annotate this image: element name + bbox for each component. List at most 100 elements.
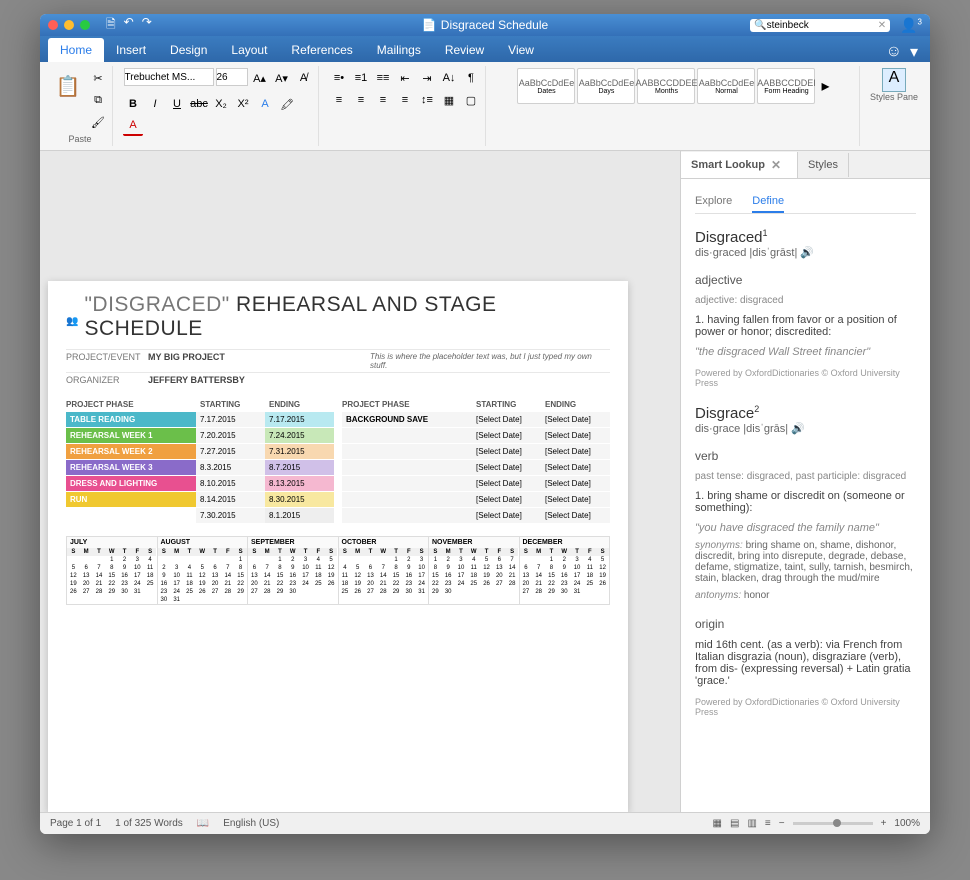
phase-row[interactable]: 7.30.20158.1.2015 — [66, 508, 334, 523]
clipboard-group: 📋 ✂ ⧉ 🖌 Paste — [48, 66, 113, 146]
tab-review[interactable]: Review — [433, 38, 496, 62]
shading-icon[interactable]: ▦ — [439, 90, 459, 110]
style-form-heading[interactable]: AABBCCDDEIForm Heading — [757, 68, 815, 104]
clear-search-icon[interactable]: ✕ — [878, 20, 886, 31]
format-painter-icon[interactable]: 🖌 — [88, 112, 108, 132]
cut-icon[interactable]: ✂ — [88, 68, 108, 88]
style-more-icon[interactable]: ▸ — [817, 76, 833, 96]
col-start: STARTING — [472, 400, 541, 409]
close-panel-icon[interactable]: ✕ — [771, 158, 787, 172]
define-subtab[interactable]: Define — [752, 191, 784, 213]
underline-button[interactable]: U — [167, 94, 187, 114]
phase-row[interactable]: [Select Date][Select Date] — [342, 428, 610, 443]
phase-row[interactable]: REHEARSAL WEEK 38.3.20158.7.2015 — [66, 460, 334, 475]
decrease-indent-icon[interactable]: ⇤ — [395, 68, 415, 88]
meta-row[interactable]: PROJECT/EVENTMY BIG PROJECTThis is where… — [66, 349, 610, 372]
multilevel-list-icon[interactable]: ≡≡ — [373, 68, 393, 88]
phase-row[interactable]: BACKGROUND SAVE[Select Date][Select Date… — [342, 412, 610, 427]
align-right-icon[interactable]: ≡ — [373, 90, 393, 110]
phase-row[interactable]: RUN8.14.20158.30.2015 — [66, 492, 334, 507]
copy-icon[interactable]: ⧉ — [88, 90, 108, 110]
number-list-icon[interactable]: ≡1 — [351, 68, 371, 88]
tab-mailings[interactable]: Mailings — [365, 38, 433, 62]
smart-tag-icon[interactable]: 👥 — [66, 316, 78, 327]
minimize-window-button[interactable] — [64, 20, 74, 30]
superscript-button[interactable]: X² — [233, 94, 253, 114]
search-input[interactable] — [767, 20, 878, 31]
style-normal[interactable]: AaBbCcDdEeNormal — [697, 68, 755, 104]
explore-subtab[interactable]: Explore — [695, 191, 732, 213]
zoom-out-button[interactable]: − — [779, 818, 785, 829]
smart-lookup-tab[interactable]: Smart Lookup ✕ — [681, 152, 798, 178]
bullet-list-icon[interactable]: ≡• — [329, 68, 349, 88]
speaker-icon[interactable]: 🔊 — [791, 423, 805, 435]
phase-row[interactable]: TABLE READING7.17.20157.17.2015 — [66, 412, 334, 427]
paste-button[interactable]: 📋 — [52, 68, 84, 104]
style-days[interactable]: AaBbCcDdEeDays — [577, 68, 635, 104]
align-left-icon[interactable]: ≡ — [329, 90, 349, 110]
phase-row[interactable]: [Select Date][Select Date] — [342, 492, 610, 507]
sort-icon[interactable]: A↓ — [439, 68, 459, 88]
increase-indent-icon[interactable]: ⇥ — [417, 68, 437, 88]
language-indicator[interactable]: English (US) — [223, 818, 279, 829]
strikethrough-button[interactable]: abc — [189, 94, 209, 114]
tab-home[interactable]: Home — [48, 38, 104, 62]
view-print-icon[interactable]: ▤ — [730, 818, 739, 829]
redo-icon[interactable]: ↷ — [142, 15, 152, 36]
italic-button[interactable]: I — [145, 94, 165, 114]
phase-row[interactable]: DRESS AND LIGHTING8.10.20158.13.2015 — [66, 476, 334, 491]
close-window-button[interactable] — [48, 20, 58, 30]
phase-row[interactable]: REHEARSAL WEEK 17.20.20157.24.2015 — [66, 428, 334, 443]
undo-icon[interactable]: ↶ — [124, 15, 134, 36]
speaker-icon[interactable]: 🔊 — [800, 247, 814, 259]
page-indicator[interactable]: Page 1 of 1 — [50, 818, 101, 829]
bold-button[interactable]: B — [123, 94, 143, 114]
align-center-icon[interactable]: ≡ — [351, 90, 371, 110]
tab-layout[interactable]: Layout — [219, 38, 279, 62]
shrink-font-icon[interactable]: A▾ — [272, 68, 292, 88]
style-dates[interactable]: AaBbCcDdEeDates — [517, 68, 575, 104]
tab-design[interactable]: Design — [158, 38, 219, 62]
view-web-icon[interactable]: ▥ — [747, 818, 756, 829]
styles-tab[interactable]: Styles — [798, 153, 849, 177]
text-effects-icon[interactable]: A — [255, 94, 275, 114]
zoom-window-button[interactable] — [80, 20, 90, 30]
subscript-button[interactable]: X₂ — [211, 94, 231, 114]
phase-row[interactable]: [Select Date][Select Date] — [342, 444, 610, 459]
view-read-icon[interactable]: ▦ — [713, 818, 722, 829]
collapse-ribbon-icon[interactable]: ▾ — [910, 42, 918, 62]
phase-row[interactable]: [Select Date][Select Date] — [342, 508, 610, 523]
search-box[interactable]: 🔍 ✕ — [750, 19, 890, 32]
phase-row[interactable]: [Select Date][Select Date] — [342, 460, 610, 475]
tab-view[interactable]: View — [496, 38, 546, 62]
phase-row[interactable]: [Select Date][Select Date] — [342, 476, 610, 491]
zoom-in-button[interactable]: + — [881, 818, 887, 829]
grow-font-icon[interactable]: A▴ — [250, 68, 270, 88]
meta-row[interactable]: ORGANIZERJEFFERY BATTERSBY — [66, 372, 610, 387]
document-heading[interactable]: "DISGRACED" REHEARSAL AND STAGE SCHEDULE — [84, 293, 610, 341]
line-spacing-icon[interactable]: ↕≡ — [417, 90, 437, 110]
styles-tab-label: Styles — [808, 159, 838, 171]
save-icon[interactable]: 🗎 — [106, 15, 116, 36]
zoom-slider[interactable] — [793, 822, 873, 825]
phase-row[interactable]: REHEARSAL WEEK 27.27.20157.31.2015 — [66, 444, 334, 459]
show-marks-icon[interactable]: ¶ — [461, 68, 481, 88]
document-canvas[interactable]: 👥 "DISGRACED" REHEARSAL AND STAGE SCHEDU… — [40, 151, 680, 812]
view-outline-icon[interactable]: ≡ — [765, 818, 771, 829]
user-badge[interactable]: 👤3 — [900, 17, 922, 34]
font-name-select[interactable] — [124, 68, 214, 86]
font-color-icon[interactable]: A — [123, 116, 143, 136]
zoom-level[interactable]: 100% — [894, 818, 920, 829]
styles-pane-button[interactable]: A Styles Pane — [870, 68, 918, 102]
borders-icon[interactable]: ▢ — [461, 90, 481, 110]
smiley-icon[interactable]: ☺ — [886, 43, 902, 61]
clear-format-icon[interactable]: A̸ — [294, 68, 314, 88]
tab-insert[interactable]: Insert — [104, 38, 158, 62]
font-size-select[interactable] — [216, 68, 248, 86]
tab-references[interactable]: References — [279, 38, 364, 62]
word-count[interactable]: 1 of 325 Words — [115, 818, 183, 829]
style-months[interactable]: AABBCCDDEEMonths — [637, 68, 695, 104]
spellcheck-icon[interactable]: 📖 — [197, 818, 209, 829]
highlight-icon[interactable]: 🖍 — [277, 94, 297, 114]
justify-icon[interactable]: ≡ — [395, 90, 415, 110]
